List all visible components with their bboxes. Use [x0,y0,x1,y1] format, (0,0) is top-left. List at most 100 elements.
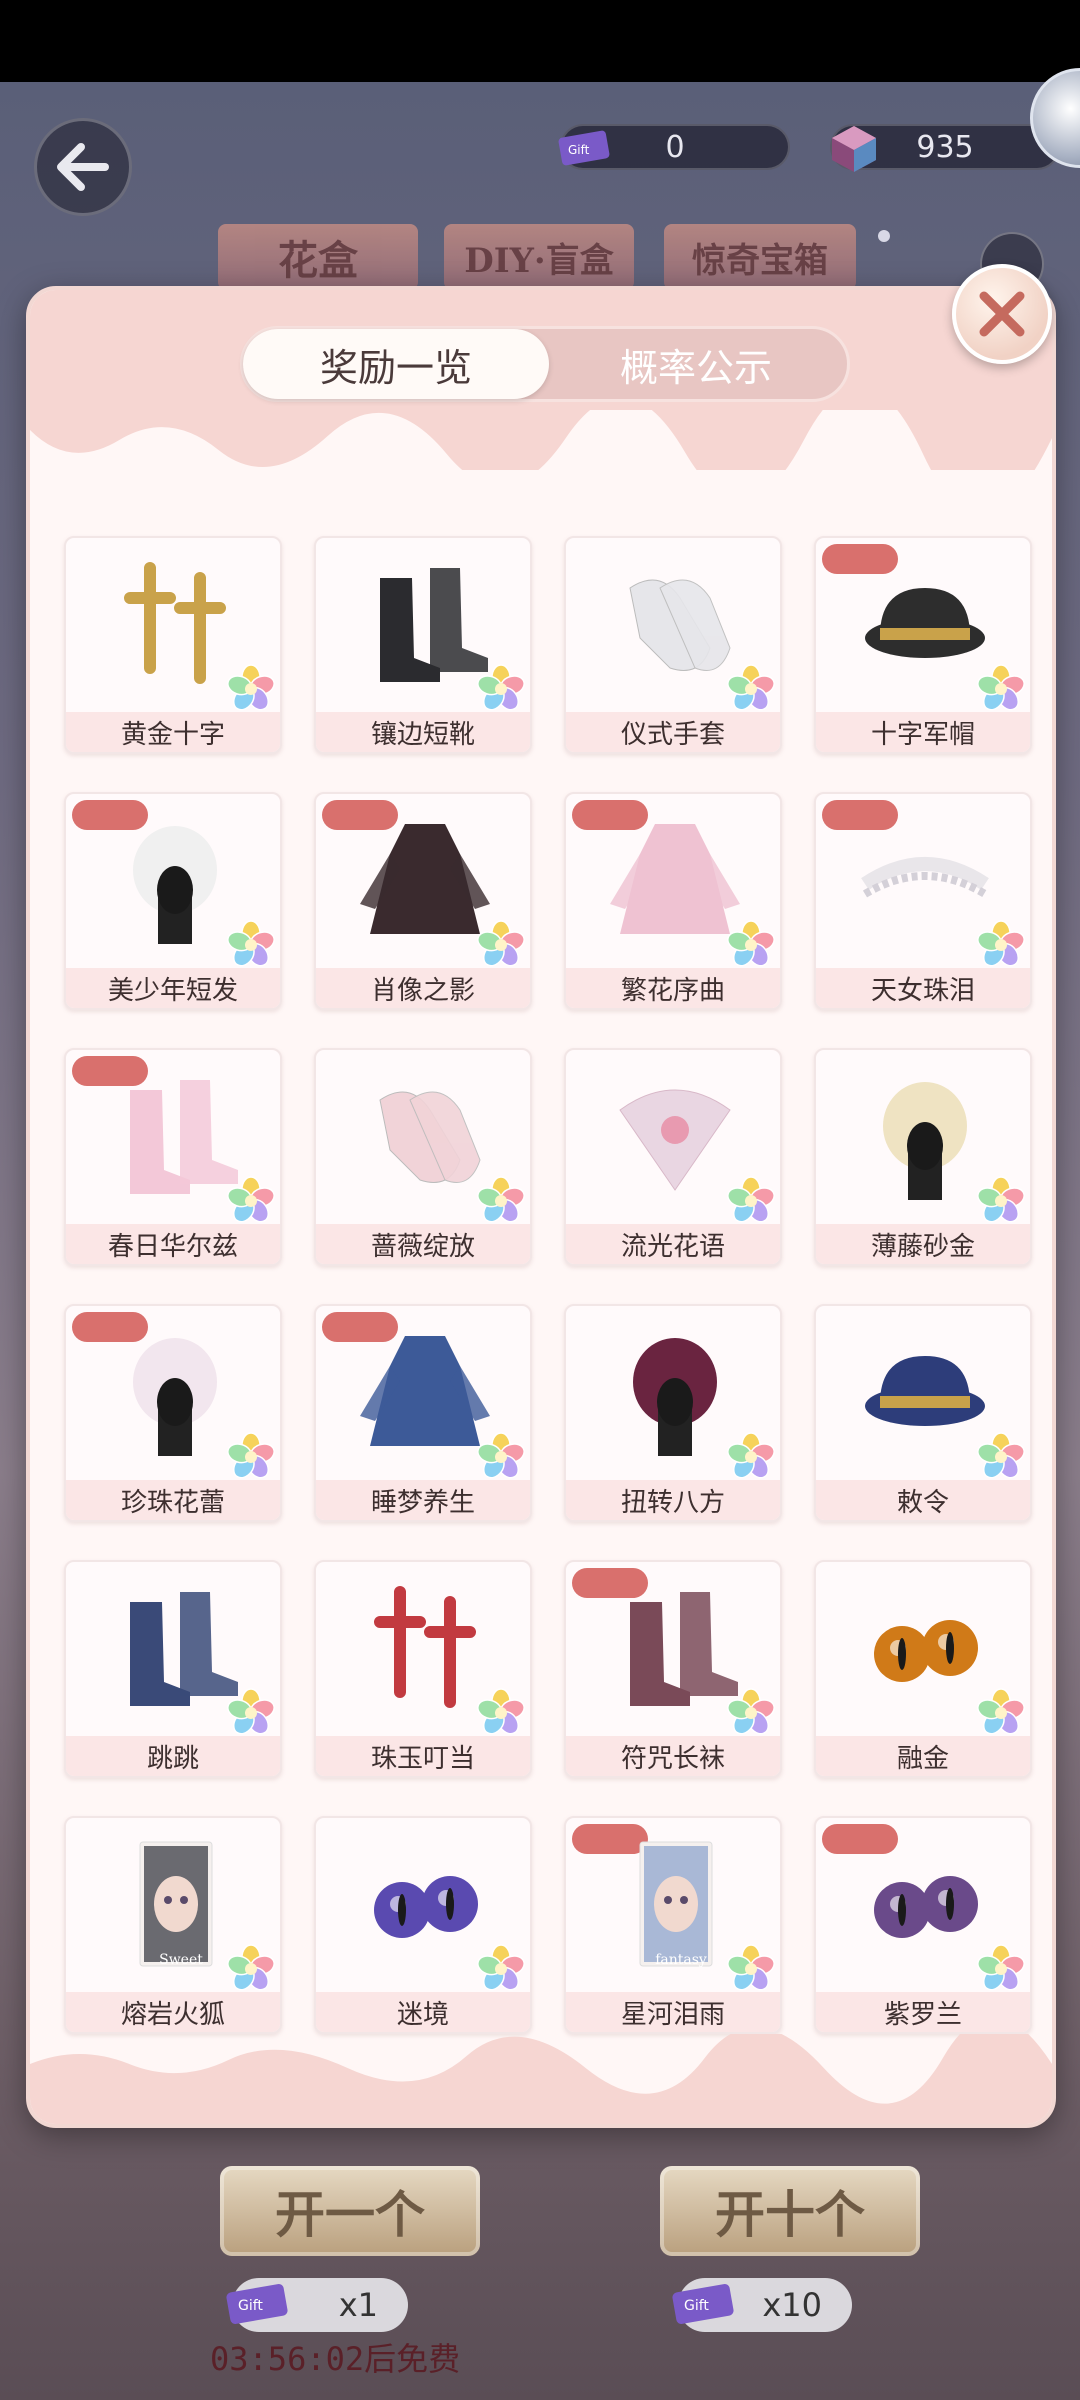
reward-item-name: 仪式手套 [566,712,780,752]
rainbow-flower-icon [727,1944,775,1991]
reward-item-card[interactable]: 紫罗兰 [814,1816,1032,2034]
reward-item-card[interactable]: fantasy 星河泪雨 [564,1816,782,2034]
reward-item-card[interactable]: Sweet 熔岩火狐 [64,1816,282,2034]
portrait-card-caption: Sweet [159,1952,203,1968]
footer-wave-decoration [30,2034,1052,2124]
reward-list-modal: 奖励一览 概率公示 黄金十字 镶边短靴 仪式手套 十字军帽 美少年短发 肖像之影 [26,286,1056,2128]
reward-item-name: 薄藤砂金 [816,1224,1030,1264]
cost-one-value: x1 [338,2286,378,2324]
status-bar [0,0,1080,82]
reward-item-card[interactable]: 春日华尔兹 [64,1048,282,1266]
tab-diy-box[interactable]: DIY·盲盒 [444,224,634,290]
reward-item-name: 熔岩火狐 [66,1992,280,2032]
rainbow-flower-icon [727,1176,775,1223]
tab-probability[interactable]: 概率公示 [543,329,849,399]
cost-ten-value: x10 [762,2286,822,2324]
reward-item-card[interactable]: 镶边短靴 [314,536,532,754]
open-one-label: 开一个 [275,2185,425,2244]
reward-item-name: 星河泪雨 [566,1992,780,2032]
reward-item-name: 迷境 [316,1992,530,2032]
gem-currency: 935 [830,124,1060,172]
open-ten-button[interactable]: 开十个 [660,2166,920,2256]
close-icon [979,291,1025,337]
cost-one: Gift x1 [226,2278,408,2332]
rainbow-flower-icon [977,1176,1025,1223]
rainbow-flower-icon [727,920,775,967]
svg-text:Gift: Gift [684,2298,709,2314]
rainbow-flower-icon [227,664,275,711]
tab-reward-list[interactable]: 奖励一览 [243,329,549,399]
rainbow-flower-icon [227,1432,275,1479]
reward-item-name: 蔷薇绽放 [316,1224,530,1264]
rainbow-flower-icon [227,920,275,967]
reward-item-card[interactable]: 扭转八方 [564,1304,782,1522]
reward-item-name: 融金 [816,1736,1030,1776]
tab-label: 花盒 [278,237,358,284]
rainbow-flower-icon [227,1688,275,1735]
close-button[interactable] [952,264,1052,364]
tab-surprise-chest[interactable]: 惊奇宝箱 [664,224,856,290]
tab-label: 惊奇宝箱 [692,240,828,281]
reward-item-card[interactable]: 流光花语 [564,1048,782,1266]
svg-text:Gift: Gift [568,143,590,157]
gem-count: 935 [916,129,974,165]
tab-flower-box[interactable]: 花盒 [218,224,418,290]
rainbow-flower-icon [477,664,525,711]
reward-item-card[interactable]: 美少年短发 [64,792,282,1010]
reward-item-card[interactable]: 符咒长袜 [564,1560,782,1778]
reward-item-card[interactable]: 迷境 [314,1816,532,2034]
arrow-left-icon [57,143,109,191]
reward-item-card[interactable]: 黄金十字 [64,536,282,754]
reward-item-card[interactable]: 融金 [814,1560,1032,1778]
reward-item-name: 紫罗兰 [816,1992,1030,2032]
rainbow-flower-icon [727,1432,775,1479]
rainbow-flower-icon [977,1688,1025,1735]
reward-item-name: 符咒长袜 [566,1736,780,1776]
rainbow-flower-icon [977,920,1025,967]
gem-cube-icon [832,126,876,172]
rainbow-flower-icon [477,1432,525,1479]
rainbow-flower-icon [477,1176,525,1223]
reward-item-name: 美少年短发 [66,968,280,1008]
reward-item-card[interactable]: 睡梦养生 [314,1304,532,1522]
reward-item-name: 镶边短靴 [316,712,530,752]
rainbow-flower-icon [477,920,525,967]
reward-item-card[interactable]: 肖像之影 [314,792,532,1010]
rainbow-flower-icon [977,1944,1025,1991]
back-button[interactable] [34,118,132,216]
reward-item-card[interactable]: 珠玉叮当 [314,1560,532,1778]
rainbow-flower-icon [227,1176,275,1223]
rainbow-flower-icon [727,664,775,711]
reward-item-name: 珍珠花蕾 [66,1480,280,1520]
reward-item-card[interactable]: 天女珠泪 [814,792,1032,1010]
tab-label: 概率公示 [619,345,772,390]
rainbow-flower-icon [977,664,1025,711]
free-timer: 03:56:02后免费 [210,2340,461,2378]
reward-item-name: 扭转八方 [566,1480,780,1520]
modal-tabs: 奖励一览 概率公示 [240,326,850,402]
ticket-icon: Gift [672,2283,734,2325]
rainbow-flower-icon [227,1944,275,1991]
svg-text:Gift: Gift [238,2298,263,2314]
reward-item-card[interactable]: 跳跳 [64,1560,282,1778]
reward-item-card[interactable]: 十字军帽 [814,536,1032,754]
reward-item-card[interactable]: 蔷薇绽放 [314,1048,532,1266]
reward-item-card[interactable]: 敕令 [814,1304,1032,1522]
reward-item-name: 流光花语 [566,1224,780,1264]
reward-item-name: 天女珠泪 [816,968,1030,1008]
rainbow-flower-icon [727,1688,775,1735]
portrait-card-caption: fantasy [655,1952,707,1968]
ticket-currency: Gift 0 [558,124,790,170]
reward-item-name: 敕令 [816,1480,1030,1520]
tab-label: DIY·盲盒 [464,240,614,281]
open-one-button[interactable]: 开一个 [220,2166,480,2256]
header-wave-decoration [30,410,1052,500]
rainbow-flower-icon [977,1432,1025,1479]
reward-item-name: 黄金十字 [66,712,280,752]
reward-item-card[interactable]: 仪式手套 [564,536,782,754]
ticket-icon: Gift [226,2283,288,2325]
reward-item-card[interactable]: 繁花序曲 [564,792,782,1010]
open-ten-label: 开十个 [715,2185,865,2244]
reward-item-card[interactable]: 薄藤砂金 [814,1048,1032,1266]
reward-item-card[interactable]: 珍珠花蕾 [64,1304,282,1522]
